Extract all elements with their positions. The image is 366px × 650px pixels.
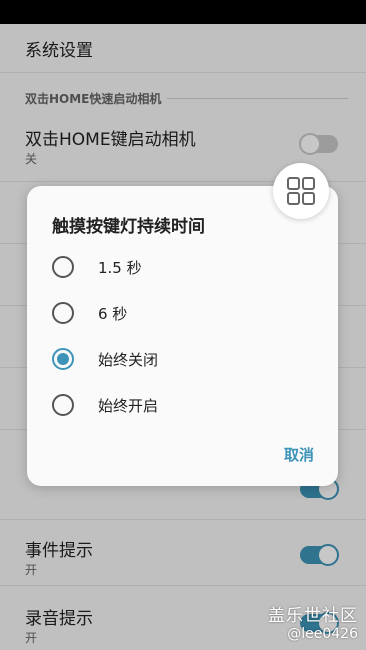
option-always-on[interactable]: 始终开启 (52, 390, 312, 420)
cancel-button[interactable]: 取消 (284, 444, 314, 465)
watermark-user: @lee0426 (287, 626, 358, 642)
watermark-brand: 盖乐世社区 (268, 606, 358, 626)
option-label: 6 秒 (98, 304, 128, 323)
option-label: 1.5 秒 (98, 258, 142, 277)
floating-grid-button[interactable] (273, 163, 329, 219)
dialog-title: 触摸按键灯持续时间 (52, 217, 205, 237)
watermark: 盖乐世社区 @lee0426 (268, 601, 358, 642)
option-1-5-seconds[interactable]: 1.5 秒 (52, 252, 312, 282)
radio-button[interactable] (52, 256, 74, 278)
option-label: 始终关闭 (98, 350, 159, 369)
radio-button-selected[interactable] (52, 348, 74, 370)
option-label: 始终开启 (98, 396, 159, 415)
radio-button[interactable] (52, 302, 74, 324)
option-6-seconds[interactable]: 6 秒 (52, 298, 312, 328)
timeout-dialog: 触摸按键灯持续时间 1.5 秒 6 秒 始终关闭 始终开启 取消 (27, 186, 338, 486)
grid-icon (287, 177, 315, 205)
radio-button[interactable] (52, 394, 74, 416)
option-always-off[interactable]: 始终关闭 (52, 344, 312, 374)
